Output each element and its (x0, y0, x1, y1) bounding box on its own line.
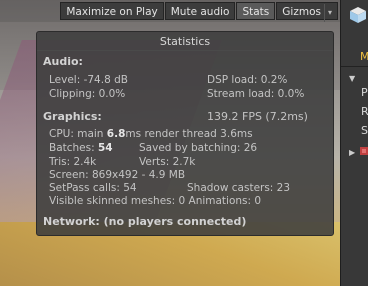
side-row-r[interactable]: R (361, 105, 368, 118)
audio-header: Audio: (43, 55, 83, 68)
cpu-timing: CPU: main 6.8ms render thread 3.6ms (49, 128, 253, 140)
network-status: Network: (no players connected) (43, 215, 247, 228)
audio-level: Level: -74.8 dB (49, 74, 128, 86)
setpass-calls: SetPass calls: 54 (49, 182, 137, 194)
cpu-prefix: CPU: main (49, 128, 107, 140)
shadow-casters: Shadow casters: 23 (187, 182, 291, 194)
gizmos-button[interactable]: Gizmos ▾ (276, 2, 338, 22)
stats-button[interactable]: Stats (236, 2, 276, 20)
expand-triangle-icon[interactable]: ▼ (349, 74, 355, 83)
stream-load: Stream load: 0.0% (207, 88, 305, 100)
component-icon (360, 147, 368, 155)
chevron-down-icon[interactable]: ▾ (323, 4, 332, 22)
skinned-meshes-animations: Visible skinned meshes: 0 Animations: 0 (49, 195, 262, 207)
fps-readout: 139.2 FPS (7.2ms) (207, 110, 308, 123)
screen-info: Screen: 869x492 - 4.9 MB (49, 169, 186, 181)
editor-side-panel: M ▼ P R S ▶ (340, 0, 368, 286)
statistics-title: Statistics (37, 32, 333, 51)
graphics-header: Graphics: (43, 110, 102, 123)
saved-by-batching: Saved by batching: 26 (139, 142, 258, 154)
collapse-triangle-icon[interactable]: ▶ (349, 148, 355, 157)
verts: Verts: 2.7k (139, 156, 196, 168)
side-row-p[interactable]: P (361, 86, 368, 99)
audio-clipping: Clipping: 0.0% (49, 88, 126, 100)
batches-prefix: Batches: (49, 142, 98, 154)
mute-audio-button[interactable]: Mute audio (164, 2, 236, 20)
cpu-main-value: 6.8 (106, 128, 126, 140)
statistics-panel: Statistics Audio: Level: -74.8 dB DSP lo… (36, 31, 334, 236)
side-label-m: M (360, 50, 368, 63)
batches: Batches: 54 (49, 142, 113, 154)
dsp-load: DSP load: 0.2% (207, 74, 288, 86)
side-divider (341, 66, 368, 67)
cpu-suffix: ms render thread 3.6ms (125, 128, 253, 140)
tris: Tris: 2.4k (49, 156, 97, 168)
cube-icon (350, 7, 366, 23)
game-view-toolbar: Maximize on Play Mute audio Stats Gizmos… (0, 0, 340, 22)
side-row-s[interactable]: S (361, 124, 368, 137)
gizmos-label: Gizmos (282, 6, 321, 18)
maximize-on-play-button[interactable]: Maximize on Play (60, 2, 164, 20)
batches-value: 54 (98, 142, 113, 154)
